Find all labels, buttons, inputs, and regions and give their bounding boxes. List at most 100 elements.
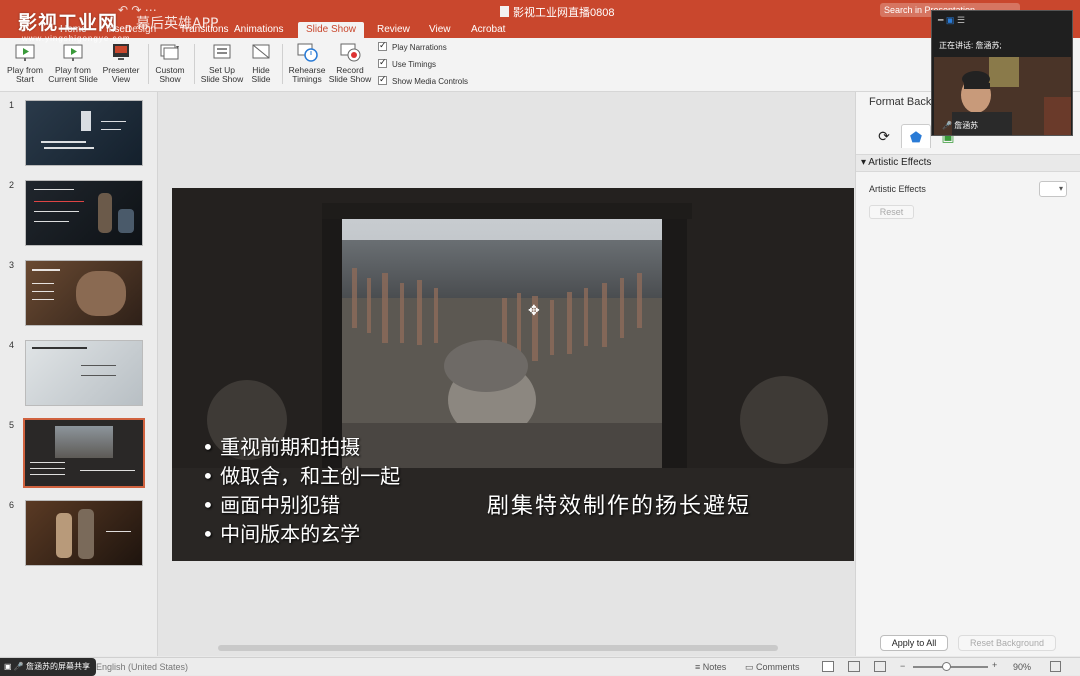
thumbnail-image: [76, 271, 126, 316]
slide-editor: 重视前期和拍摄 做取舍，和主创一起 画面中别犯错 中间版本的玄学 剧集特效制作的…: [158, 92, 855, 656]
custom-show-button[interactable]: ▾ Custom Show: [152, 41, 188, 84]
thumbnail-text: [101, 121, 126, 122]
zoom-out-icon[interactable]: −: [900, 661, 905, 671]
thumbnail-text: [32, 269, 60, 271]
tab-view[interactable]: View: [421, 22, 459, 38]
thumbnail-text: [32, 283, 54, 284]
artistic-effects-label: Artistic Effects: [869, 184, 926, 194]
checkbox-checked-icon: [378, 74, 387, 85]
thumbnail-text: [34, 189, 74, 190]
thumbnail-image: [56, 513, 72, 558]
notes-button[interactable]: ≡ Notes: [695, 662, 726, 672]
slide-bullet-list[interactable]: 重视前期和拍摄 做取舍，和主创一起 画面中别犯错 中间版本的玄学: [202, 433, 400, 549]
comments-button[interactable]: ▭ Comments: [745, 662, 800, 673]
artistic-effects-section[interactable]: ▾ Artistic Effects: [856, 154, 1080, 172]
zoom-in-icon[interactable]: +: [992, 660, 997, 670]
slide-title[interactable]: 剧集特效制作的扬长避短: [487, 488, 751, 520]
slide-thumbnail-2[interactable]: [25, 180, 143, 246]
fit-to-window-icon[interactable]: [1050, 661, 1061, 672]
rehearse-timings-button[interactable]: Rehearse Timings: [286, 41, 328, 84]
language-indicator[interactable]: English (United States): [96, 662, 188, 672]
thumbnail-image: [55, 426, 113, 458]
setup-icon: [211, 41, 233, 63]
thumbnail-text: [106, 531, 131, 532]
bullet-item: 做取舍，和主创一起: [202, 462, 400, 491]
ribbon-divider: [282, 44, 283, 84]
presenter-view-button[interactable]: Presenter View: [100, 41, 142, 84]
effects-icon[interactable]: ⬟: [901, 124, 931, 148]
thumbnail-text: [34, 221, 69, 222]
hide-slide-icon: [250, 41, 272, 63]
thumbnail-text: [30, 462, 65, 463]
thumbnail-text: [81, 375, 116, 376]
watermark-logo: 影视工业网: [18, 12, 119, 34]
bullet-item: 中间版本的玄学: [202, 520, 400, 549]
zoom-level[interactable]: 90%: [1013, 662, 1031, 672]
tab-animations[interactable]: Animations: [226, 22, 291, 38]
play-narrations-checkbox[interactable]: Play Narrations: [378, 40, 447, 52]
watermark-app: 幕后英雄APP: [136, 16, 219, 32]
custom-show-icon: ▾: [159, 41, 181, 63]
screen-share-badge: ▣ 🎤 詹涵苏的屏幕共享: [0, 658, 96, 676]
stopwatch-icon: [296, 41, 318, 63]
slide-thumbnail-3[interactable]: [25, 260, 143, 326]
fill-icon[interactable]: ⟳: [869, 124, 899, 148]
video-call-overlay[interactable]: ━ ▣ ☰ 正在讲话: 詹涵苏; 🎤 詹涵苏: [931, 10, 1073, 136]
thumbnail-text: [32, 347, 87, 349]
ribbon-divider: [148, 44, 149, 84]
status-bar: English (United States) ▣ 🎤 詹涵苏的屏幕共享 ≡ N…: [0, 657, 1080, 676]
slide-thumbnail-5[interactable]: [23, 418, 145, 488]
move-cursor-icon: ✥: [528, 302, 540, 318]
presenter-icon: [110, 41, 132, 63]
thumbnail-text: [30, 468, 65, 469]
horizontal-scrollbar[interactable]: [218, 645, 778, 651]
slide-number: 4: [9, 340, 15, 350]
record-slide-show-button[interactable]: Record Slide Show: [328, 41, 372, 84]
thumbnail-text: [44, 147, 94, 149]
thumbnail-text: [32, 299, 54, 300]
play-icon: [14, 41, 36, 63]
bullet-item: 画面中别犯错: [202, 491, 400, 520]
normal-view-icon[interactable]: [822, 661, 834, 672]
apply-to-all-button[interactable]: Apply to All: [880, 635, 948, 651]
bullet-item: 重视前期和拍摄: [202, 433, 400, 462]
tab-acrobat[interactable]: Acrobat: [463, 22, 513, 38]
use-timings-checkbox[interactable]: Use Timings: [378, 57, 436, 69]
show-media-controls-checkbox[interactable]: Show Media Controls: [378, 74, 468, 86]
hide-slide-button[interactable]: Hide Slide: [246, 41, 276, 84]
svg-text:▾: ▾: [176, 45, 179, 51]
slide-number: 1: [9, 100, 15, 110]
slide-sorter-icon[interactable]: [848, 661, 860, 672]
reset-background-button[interactable]: Reset Background: [958, 635, 1056, 651]
thumbnail-text: [41, 141, 86, 143]
tab-slide-show[interactable]: Slide Show: [298, 22, 365, 38]
thumbnail-text: [81, 365, 116, 366]
video-controls[interactable]: ━ ▣ ☰: [938, 15, 965, 26]
format-background-pane: Format Background ⟳ ⬟ ▣ ▾ Artistic Effec…: [855, 92, 1080, 656]
slide-number: 6: [9, 500, 15, 510]
slide-thumbnail-1[interactable]: [25, 100, 143, 166]
artistic-effects-dropdown[interactable]: ▾: [1039, 181, 1067, 197]
participant-name: 🎤 詹涵苏: [942, 121, 979, 130]
thumbnail-image: [118, 209, 134, 233]
play-from-current-button[interactable]: Play from Current Slide: [46, 41, 100, 84]
thumbnail-image: [98, 193, 112, 233]
slide-thumbnails-pane: 1 2 3 4 5 6: [0, 92, 158, 656]
checkbox-checked-icon: [378, 40, 387, 51]
play-from-start-button[interactable]: Play from Start: [4, 41, 46, 84]
set-up-slide-show-button[interactable]: Set Up Slide Show: [198, 41, 246, 84]
reading-view-icon[interactable]: [874, 661, 886, 672]
thumbnail-image: [78, 509, 94, 559]
slide-number: 3: [9, 260, 15, 270]
slide-number: 2: [9, 180, 15, 190]
slide-thumbnail-6[interactable]: [25, 500, 143, 566]
zoom-slider-handle[interactable]: [942, 662, 951, 671]
reset-button[interactable]: Reset: [869, 205, 914, 219]
current-slide[interactable]: 重视前期和拍摄 做取舍，和主创一起 画面中别犯错 中间版本的玄学 剧集特效制作的…: [172, 188, 854, 561]
tab-review[interactable]: Review: [369, 22, 418, 38]
thumbnail-text: [101, 129, 121, 130]
slide-thumbnail-4[interactable]: [25, 340, 143, 406]
document-title: 影视工业网直播0808: [500, 4, 614, 20]
thumbnail-image: [81, 111, 91, 131]
ribbon-divider: [194, 44, 195, 84]
